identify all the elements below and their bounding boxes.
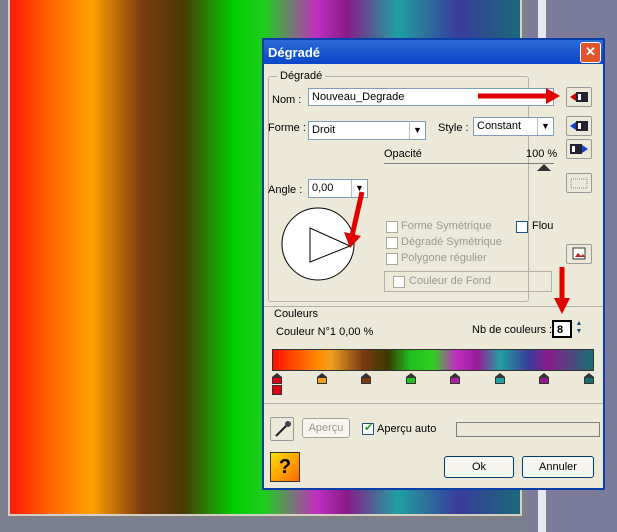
arrow-to-dial	[344, 191, 365, 248]
arrow-to-save	[478, 88, 560, 104]
arrow-to-nb-colors	[554, 267, 570, 314]
annotation-arrows	[344, 88, 570, 314]
